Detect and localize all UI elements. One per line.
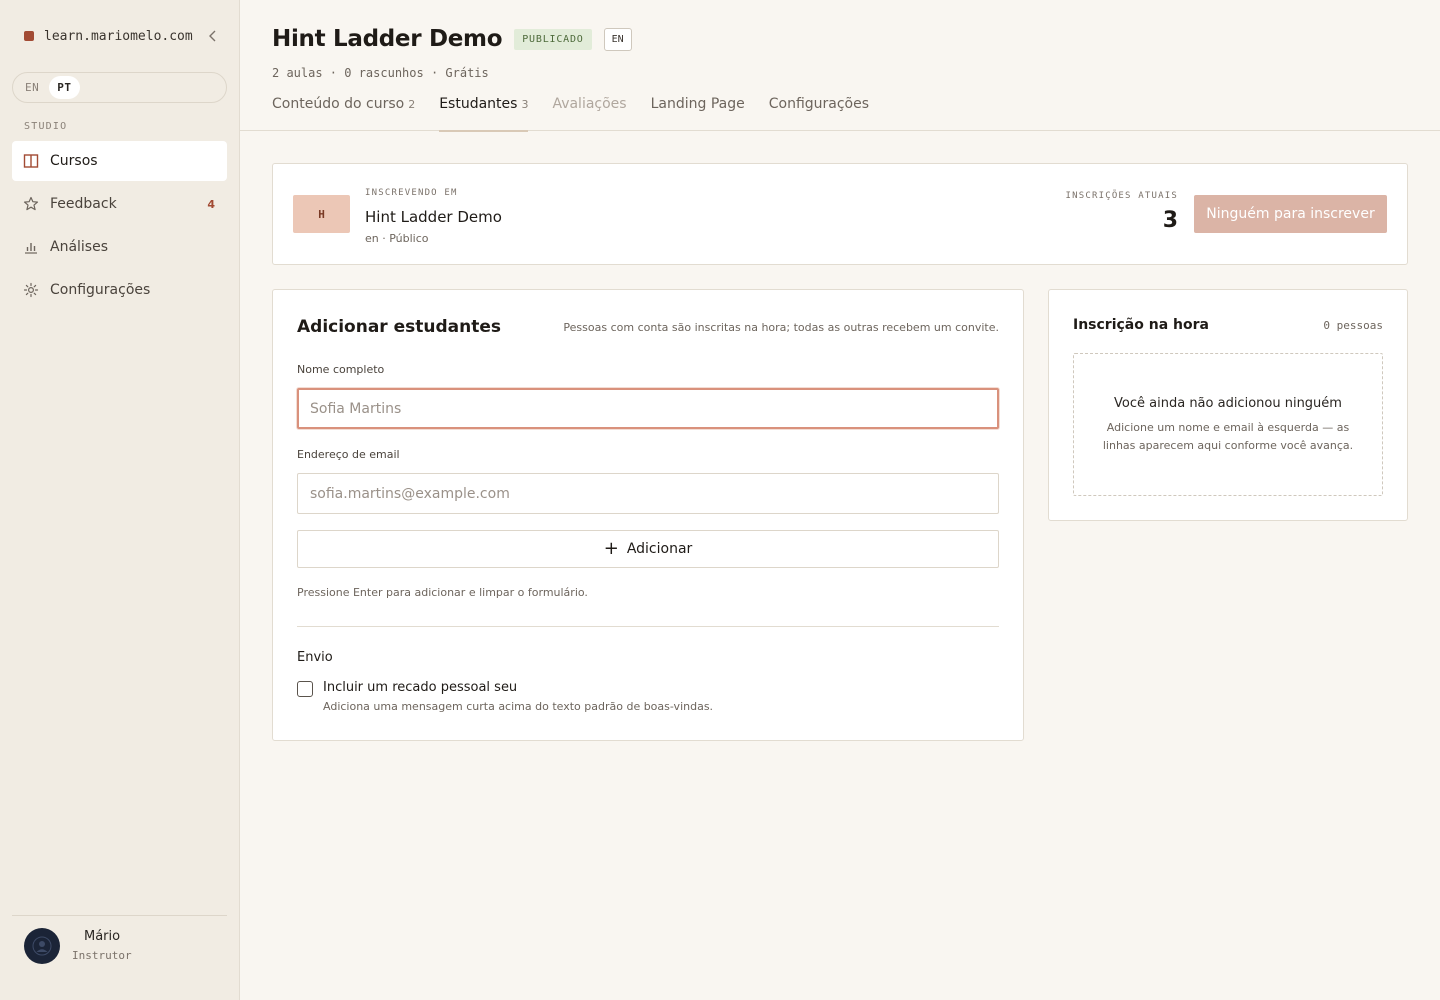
page-title: Hint Ladder Demo: [272, 26, 503, 52]
avatar[interactable]: [24, 928, 60, 964]
add-students-card: Adicionar estudantes Pessoas com conta s…: [272, 289, 1024, 741]
tab-label: Landing Page: [650, 96, 745, 112]
sidebar-item-analises[interactable]: Análises: [12, 227, 227, 267]
tab-avaliacoes[interactable]: Avaliações: [552, 96, 626, 131]
course-meta: 2 aulas · 0 rascunhos · Grátis: [272, 66, 489, 80]
name-field[interactable]: [297, 388, 999, 429]
empty-state-title: Você ainda não adicionou ninguém: [1114, 396, 1342, 411]
tab-count: 3: [521, 98, 529, 111]
add-student-button[interactable]: + Adicionar: [297, 530, 999, 568]
sidebar-item-label: Configurações: [50, 282, 151, 298]
add-students-title: Adicionar estudantes: [297, 317, 502, 337]
section-label: STUDIO: [24, 121, 68, 132]
site-name[interactable]: learn.mariomelo.com: [44, 29, 206, 44]
name-input[interactable]: [310, 400, 986, 417]
sidebar-item-cursos[interactable]: Cursos: [12, 141, 227, 181]
gear-icon: [22, 281, 40, 299]
enroll-course-name: Hint Ladder Demo: [365, 208, 502, 226]
tab-label: Avaliações: [552, 96, 627, 112]
instant-enroll-card: Inscrição na hora 0 pessoas Você ainda n…: [1048, 289, 1408, 521]
user-role: Instrutor: [72, 949, 132, 962]
email-field-label: Endereço de email: [297, 448, 400, 461]
email-field[interactable]: [297, 473, 999, 514]
personal-note-label[interactable]: Incluir um recado pessoal seu: [323, 680, 517, 695]
user-name: Mário: [84, 929, 121, 944]
personal-note-description: Adiciona uma mensagem curta acima do tex…: [323, 700, 714, 713]
sidebar: learn.mariomelo.com EN PT STUDIO Cursos …: [0, 0, 240, 1000]
feedback-count-badge: 4: [207, 197, 215, 211]
tab-label: Configurações: [768, 96, 870, 112]
language-badge: EN: [603, 27, 632, 51]
status-badge: PUBLICADO: [514, 28, 592, 50]
tab-conteudo[interactable]: Conteúdo do curso 2: [272, 96, 415, 131]
bar-chart-icon: [22, 238, 40, 256]
enter-hint: Pressione Enter para adicionar e limpar …: [297, 586, 588, 599]
tab-configuracoes[interactable]: Configurações: [769, 96, 869, 131]
enroll-summary-card: H INSCREVENDO EM Hint Ladder Demo en · P…: [272, 163, 1408, 265]
page-header: Hint Ladder Demo PUBLICADO EN 2 aulas · …: [240, 0, 1440, 132]
add-button-label: Adicionar: [626, 541, 693, 557]
sidebar-item-label: Análises: [50, 239, 109, 255]
sidebar-item-label: Feedback: [50, 196, 117, 212]
book-icon: [22, 152, 40, 170]
sidebar-item-configuracoes[interactable]: Configurações: [12, 270, 227, 310]
tab-label: Conteúdo do curso: [272, 96, 405, 112]
email-input[interactable]: [310, 485, 986, 502]
tabs: Conteúdo do curso 2 Estudantes 3 Avaliaçõe…: [272, 96, 893, 132]
star-icon: [22, 195, 40, 213]
current-enrollments-count: 3: [1162, 208, 1178, 233]
sidebar-item-feedback[interactable]: Feedback 4: [12, 184, 227, 224]
title-row: Hint Ladder Demo PUBLICADO EN: [272, 26, 632, 52]
site-logo-icon: [24, 31, 34, 41]
empty-state-description: Adicione um nome e email à esquerda — as…: [1102, 421, 1354, 452]
send-section-label: Envio: [297, 650, 333, 665]
language-toggle[interactable]: EN PT: [12, 72, 227, 103]
site-header: learn.mariomelo.com: [24, 26, 220, 46]
add-students-hint: Pessoas com conta são inscritas na hora;…: [563, 321, 999, 334]
lang-option-pt[interactable]: PT: [49, 76, 80, 99]
tab-landing-page[interactable]: Landing Page: [651, 96, 745, 131]
instant-enroll-count: 0 pessoas: [1323, 319, 1383, 332]
personal-note-checkbox[interactable]: [297, 681, 313, 697]
tab-label: Estudantes: [439, 96, 518, 112]
tab-count: 2: [408, 98, 416, 111]
lang-option-en[interactable]: EN: [17, 76, 47, 99]
name-field-label: Nome completo: [297, 363, 385, 376]
chevron-left-icon[interactable]: [206, 29, 220, 43]
divider: [12, 915, 227, 916]
current-enrollments-label: INSCRIÇÕES ATUAIS: [1065, 191, 1178, 201]
course-thumbnail: H: [293, 195, 350, 233]
sidebar-nav: Cursos Feedback 4 Análises Configurações: [12, 141, 227, 313]
tab-estudantes[interactable]: Estudantes 3: [439, 96, 529, 132]
enroll-label: INSCREVENDO EM: [365, 188, 458, 198]
plus-icon: +: [603, 538, 619, 559]
divider: [297, 626, 999, 627]
enroll-button[interactable]: Ninguém para inscrever: [1194, 195, 1387, 233]
sidebar-item-label: Cursos: [50, 153, 98, 169]
empty-state: Você ainda não adicionou ninguém Adicion…: [1073, 353, 1383, 496]
enroll-course-meta: en · Público: [365, 232, 429, 245]
instant-enroll-title: Inscrição na hora: [1073, 317, 1209, 333]
